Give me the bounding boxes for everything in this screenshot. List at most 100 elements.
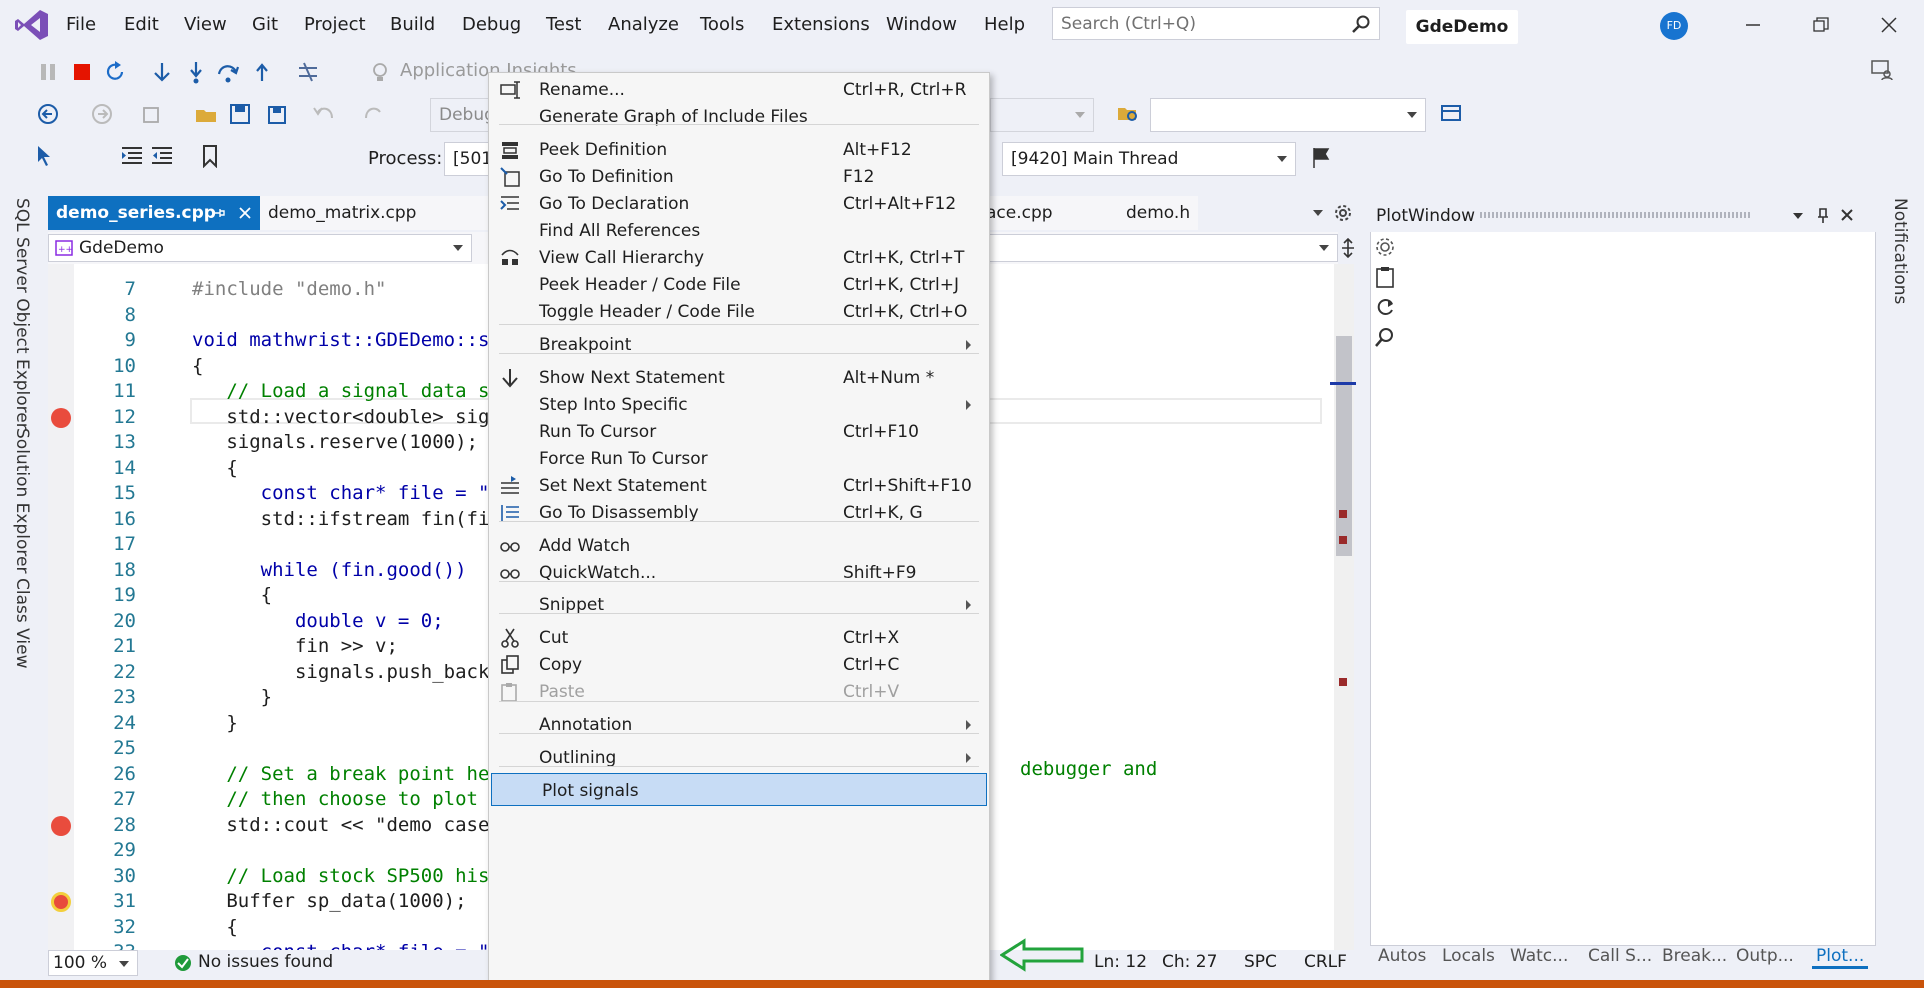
refresh-icon[interactable]	[1374, 296, 1396, 318]
column-status[interactable]: Ch: 27	[1162, 952, 1217, 972]
indent-icon[interactable]	[120, 144, 144, 168]
solution-configuration-select[interactable]: Debug	[430, 98, 495, 132]
code-line[interactable]: // Load stock SP500 his	[192, 865, 489, 890]
breakpoint-icon[interactable]	[51, 407, 71, 428]
save-icon[interactable]	[228, 102, 252, 126]
menu-git[interactable]: Git	[252, 14, 278, 35]
menu-extensions[interactable]: Extensions	[772, 14, 870, 35]
code-line[interactable]: {	[192, 916, 237, 941]
project-select[interactable]: ++ GdeDemo	[48, 234, 472, 262]
menu-build[interactable]: Build	[390, 14, 435, 35]
menu-view[interactable]: View	[184, 14, 227, 35]
zoom-select[interactable]: 100 %	[48, 950, 138, 976]
menu-window[interactable]: Window	[886, 14, 957, 35]
menu-item-breakpoint[interactable]: Breakpoint	[489, 328, 989, 361]
code-line[interactable]: while (fin.good())	[192, 559, 467, 584]
menu-item-annotation[interactable]: Annotation	[489, 708, 989, 741]
save-all-icon[interactable]	[264, 102, 288, 126]
menu-item-quickwatch[interactable]: QuickWatch... Shift+F9	[489, 556, 989, 589]
whitespace-status[interactable]: SPC	[1244, 952, 1277, 972]
step-over-icon[interactable]	[216, 60, 240, 84]
code-line[interactable]: std::cout << "demo case	[192, 814, 489, 839]
line-number-status[interactable]: Ln: 12	[1094, 952, 1147, 972]
menu-test[interactable]: Test	[546, 14, 581, 35]
open-folder-icon[interactable]	[194, 102, 218, 126]
menu-edit[interactable]: Edit	[124, 14, 159, 35]
menu-tools[interactable]: Tools	[700, 14, 744, 35]
menu-analyze[interactable]: Analyze	[608, 14, 679, 35]
notifications-tab[interactable]: Notifications	[1890, 198, 1910, 304]
undo-icon[interactable]	[312, 102, 336, 126]
code-line[interactable]: // Load a signal data s	[192, 380, 489, 405]
member-select[interactable]	[988, 234, 1338, 262]
bookmark-icon[interactable]	[198, 144, 222, 168]
code-line[interactable]: }	[192, 712, 237, 737]
code-line[interactable]: #include "demo.h"	[192, 278, 386, 303]
restore-button[interactable]	[1806, 10, 1836, 40]
code-line[interactable]: fin >> v;	[192, 635, 398, 660]
code-line[interactable]: {	[192, 355, 203, 380]
code-line[interactable]: signals.reserve(1000);	[192, 431, 478, 456]
hot-reload-icon[interactable]	[296, 60, 320, 84]
menu-item-paste[interactable]: Paste Ctrl+V	[489, 675, 989, 708]
navigate-back-icon[interactable]	[36, 102, 60, 126]
redo-icon[interactable]	[362, 102, 386, 126]
menu-file[interactable]: File	[66, 14, 96, 35]
code-line[interactable]: signals.push_back	[192, 661, 489, 686]
code-line[interactable]: }	[192, 686, 272, 711]
tab-locals[interactable]: Locals	[1442, 946, 1495, 966]
find-in-files-icon[interactable]	[1116, 102, 1140, 126]
find-combo[interactable]	[1150, 98, 1426, 132]
scrollbar-thumb[interactable]	[1336, 336, 1352, 556]
show-next-statement-icon[interactable]	[150, 60, 174, 84]
menu-project[interactable]: Project	[304, 14, 366, 35]
tab-watch[interactable]: Watc...	[1510, 946, 1568, 966]
drag-handle[interactable]	[1480, 212, 1750, 218]
close-button[interactable]	[1874, 10, 1904, 40]
code-line[interactable]: std::ifstream fin(fi	[192, 508, 490, 533]
tab-call-stack[interactable]: Call S...	[1588, 946, 1652, 966]
avatar[interactable]: FD	[1660, 12, 1688, 40]
visual-studio-logo-icon[interactable]	[14, 8, 50, 42]
code-line[interactable]: std::vector<double> sig	[192, 406, 489, 431]
menu-item-outlining[interactable]: Outlining	[489, 741, 989, 774]
code-line[interactable]: // then choose to plot	[192, 788, 478, 813]
tab-overflow-icon[interactable]	[1312, 208, 1324, 218]
clipboard-icon[interactable]	[1374, 266, 1396, 288]
pin-icon[interactable]	[212, 206, 226, 220]
code-line[interactable]: double v = 0;	[192, 610, 444, 635]
settings-icon[interactable]	[1374, 236, 1396, 258]
close-icon[interactable]	[1840, 208, 1854, 222]
code-line[interactable]: {	[192, 457, 237, 482]
step-into-icon[interactable]	[184, 60, 208, 84]
code-line[interactable]: {	[192, 584, 272, 609]
breakpoint-icon[interactable]	[51, 892, 71, 912]
menu-help[interactable]: Help	[984, 14, 1025, 35]
code-line[interactable]: Buffer sp_data(1000);	[192, 890, 466, 915]
code-line[interactable]: // Set a break point he	[192, 763, 489, 788]
zoom-icon[interactable]	[1374, 326, 1396, 348]
window-position-icon[interactable]	[1792, 211, 1804, 221]
step-out-icon[interactable]	[250, 60, 274, 84]
close-tab-icon[interactable]	[238, 206, 252, 220]
stop-debugging-icon[interactable]	[70, 60, 94, 84]
tab-output[interactable]: Outp...	[1736, 946, 1794, 966]
live-share-icon[interactable]	[1870, 58, 1894, 82]
platform-select[interactable]	[990, 98, 1094, 132]
pin-icon[interactable]	[1816, 208, 1830, 224]
search-input[interactable]: Search (Ctrl+Q)	[1052, 7, 1380, 40]
minimize-button[interactable]	[1738, 10, 1768, 40]
tab-demo-series[interactable]: demo_series.cpp	[48, 196, 260, 230]
tab-demo-h[interactable]: demo.h	[1118, 196, 1258, 230]
line-ending-status[interactable]: CRLF	[1304, 952, 1347, 972]
code-line[interactable]: const char* file = "	[192, 482, 490, 507]
menu-item-plot-signals[interactable]: Plot signals	[491, 773, 987, 806]
tab-plot[interactable]: Plot...	[1812, 946, 1869, 969]
select-arrow-icon[interactable]	[34, 144, 58, 168]
code-line[interactable]: void mathwrist::GDEDemo::s	[192, 329, 489, 354]
menu-item-generate-graph-of-include-files[interactable]: Generate Graph of Include Files	[489, 100, 989, 133]
new-project-icon[interactable]	[140, 102, 164, 126]
menu-debug[interactable]: Debug	[462, 14, 521, 35]
tab-autos[interactable]: Autos	[1378, 946, 1426, 966]
split-icon[interactable]	[1338, 238, 1358, 258]
